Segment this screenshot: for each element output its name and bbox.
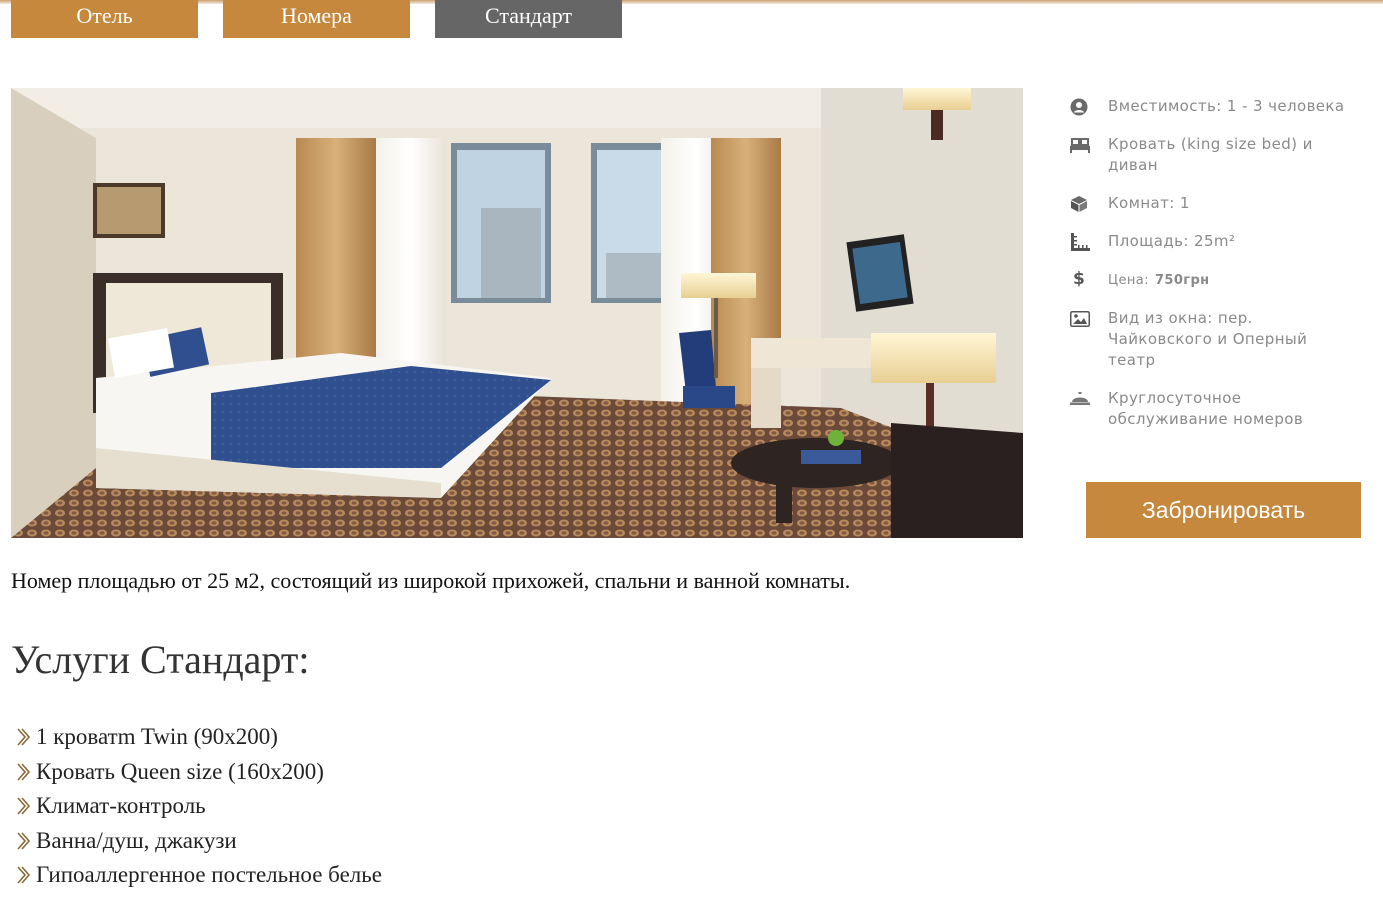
dollar-icon: $ xyxy=(1073,269,1086,289)
breadcrumb: Отель Номера Стандарт xyxy=(11,0,622,38)
services-list: 1 кроватm Twin (90x200) Кровать Queen si… xyxy=(14,720,382,893)
ruler-icon xyxy=(1070,231,1092,252)
service-item: Климат-контроль xyxy=(14,789,382,824)
book-button[interactable]: Забронировать xyxy=(1086,482,1361,538)
image-icon xyxy=(1070,308,1092,329)
price-value: 750грн xyxy=(1154,273,1210,288)
chevron-right-icon xyxy=(14,865,34,885)
feature-area-text: Площадь: 25m² xyxy=(1108,232,1236,250)
price-label: Цена: xyxy=(1108,273,1149,288)
service-item: Ванна/душ, джакузи xyxy=(14,824,382,859)
service-item-label: Кровать Queen size (160x200) xyxy=(36,758,324,784)
feature-rooms-text: Комнат: 1 xyxy=(1108,194,1190,212)
feature-bed: Кровать (king size bed) и диван xyxy=(1070,134,1350,176)
feature-view-text: Вид из окна: пер. Чайковского и Оперный … xyxy=(1108,309,1308,369)
services-title: Услуги Стандарт: xyxy=(11,637,310,682)
room-service-icon xyxy=(1070,388,1092,409)
feature-rooms: Комнат: 1 xyxy=(1070,193,1350,214)
room-features: Вместимость: 1 - 3 человека Кровать (kin… xyxy=(1070,96,1350,447)
bed-icon xyxy=(1070,134,1092,155)
feature-service-text: Круглосуточное обслуживание номеров xyxy=(1108,389,1304,428)
service-item: Гипоаллергенное постельное белье xyxy=(14,858,382,893)
cube-icon xyxy=(1070,193,1092,214)
breadcrumb-rooms[interactable]: Номера xyxy=(223,0,410,38)
service-item-label: 1 кроватm Twin (90x200) xyxy=(36,724,278,749)
feature-price: $ Цена: 750грн xyxy=(1070,269,1350,291)
feature-capacity-text: Вместимость: 1 - 3 человека xyxy=(1108,97,1345,115)
chevron-right-icon xyxy=(14,762,34,782)
feature-area: Площадь: 25m² xyxy=(1070,231,1350,252)
breadcrumb-hotel[interactable]: Отель xyxy=(11,0,198,38)
feature-service: Круглосуточное обслуживание номеров xyxy=(1070,388,1350,430)
chevron-right-icon xyxy=(14,831,34,851)
chevron-right-icon xyxy=(14,727,34,747)
room-photo xyxy=(11,88,1023,538)
service-item-label: Климат-контроль xyxy=(36,793,206,818)
feature-capacity: Вместимость: 1 - 3 человека xyxy=(1070,96,1350,117)
service-item: 1 кроватm Twin (90x200) xyxy=(14,720,382,755)
service-item: Кровать Queen size (160x200) xyxy=(14,755,382,790)
room-description: Номер площадью от 25 м2, состоящий из ши… xyxy=(11,568,851,593)
service-item-label: Гипоаллергенное постельное белье xyxy=(36,862,382,887)
chevron-right-icon xyxy=(14,796,34,816)
user-icon xyxy=(1070,96,1092,117)
breadcrumb-standard[interactable]: Стандарт xyxy=(435,0,622,38)
feature-view: Вид из окна: пер. Чайковского и Оперный … xyxy=(1070,308,1350,371)
service-item-label: Ванна/душ, джакузи xyxy=(36,827,237,853)
feature-bed-text: Кровать (king size bed) и диван xyxy=(1108,135,1313,174)
